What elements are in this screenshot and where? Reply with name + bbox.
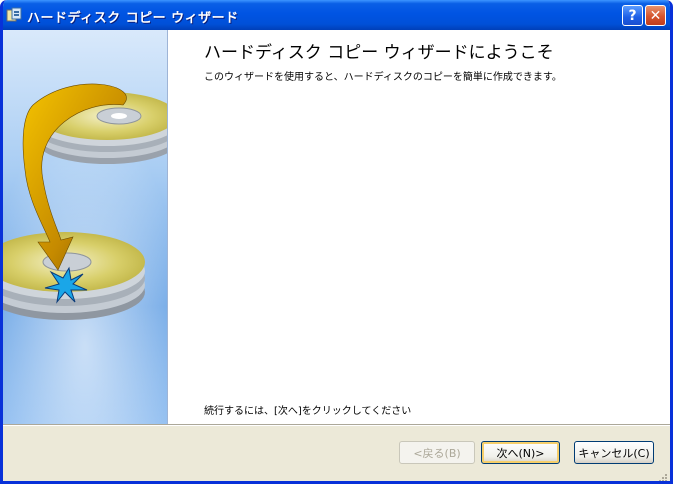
next-button[interactable]: 次へ(N)> (481, 441, 560, 464)
wizard-window: ハードディスク コピー ウィザード ? ✕ ハードディスク コピー ウィザードに… (0, 0, 673, 484)
resize-grip-icon[interactable] (658, 473, 668, 483)
title-bar[interactable]: ハードディスク コピー ウィザード ? ✕ (3, 0, 670, 30)
wizard-description: このウィザードを使用すると、ハードディスクのコピーを簡単に作成できます。 (204, 72, 562, 83)
wizard-content: ハードディスク コピー ウィザードにようこそ このウィザードを使用すると、ハード… (167, 30, 670, 425)
continue-instruction: 続行するには、[次へ]をクリックしてください (204, 406, 412, 417)
wizard-side-banner (3, 30, 167, 425)
window-title: ハードディスク コピー ウィザード (27, 11, 239, 26)
disk-copy-illustration-icon (3, 30, 167, 425)
button-bar: <戻る(B) 次へ(N)> キャンセル(C) (3, 425, 670, 483)
disk-copy-app-icon (6, 7, 22, 22)
close-button[interactable]: ✕ (645, 5, 666, 26)
back-button[interactable]: <戻る(B) (399, 441, 475, 464)
page-title: ハードディスク コピー ウィザードにようこそ (204, 43, 554, 63)
help-button[interactable]: ? (622, 5, 643, 26)
cancel-button[interactable]: キャンセル(C) (574, 441, 654, 464)
